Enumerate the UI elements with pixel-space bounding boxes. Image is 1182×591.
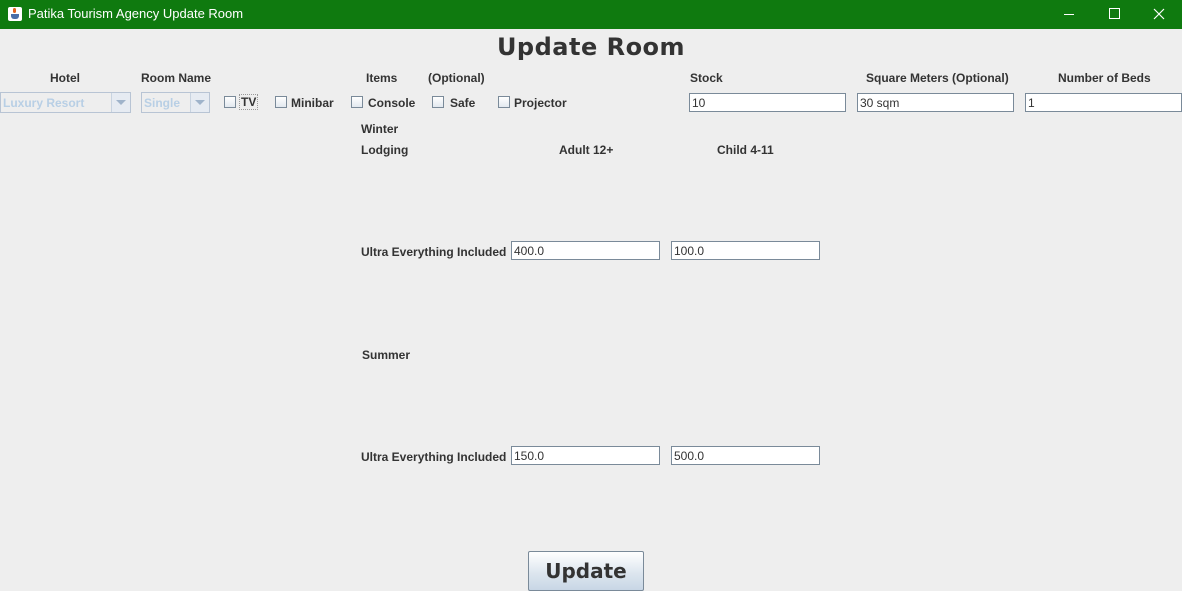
winter-adult-price-field[interactable]: [511, 241, 660, 260]
tv-checkbox-label: TV: [239, 94, 259, 110]
safe-checkbox-label: Safe: [450, 96, 476, 110]
adult-price-header: Adult 12+: [559, 143, 614, 157]
console-checkbox-label: Console: [368, 96, 416, 110]
items-optional-label: (Optional): [428, 71, 485, 85]
stock-label: Stock: [690, 71, 723, 85]
close-icon[interactable]: [1136, 0, 1182, 29]
summer-adult-price-field[interactable]: [511, 446, 660, 465]
items-label: Items: [366, 71, 398, 85]
winter-season-label: Winter: [361, 122, 399, 136]
room-name-select[interactable]: Single: [141, 92, 210, 113]
maximize-icon[interactable]: [1091, 0, 1137, 29]
summer-lodging-label: Ultra Everything Included: [361, 450, 507, 464]
window-title: Patika Tourism Agency Update Room: [28, 6, 244, 21]
child-price-header: Child 4-11: [717, 143, 774, 157]
room-name-select-value: Single: [144, 96, 181, 110]
projector-checkbox[interactable]: [498, 96, 510, 108]
minibar-checkbox[interactable]: [275, 96, 287, 108]
console-checkbox[interactable]: [351, 96, 363, 108]
java-cup-icon: [8, 7, 22, 21]
beds-field[interactable]: [1025, 93, 1182, 112]
hotel-select[interactable]: Luxury Resort: [0, 92, 131, 113]
summer-child-price-field[interactable]: [671, 446, 820, 465]
safe-checkbox[interactable]: [432, 96, 444, 108]
stock-field[interactable]: [689, 93, 846, 112]
window-titlebar: Patika Tourism Agency Update Room: [0, 0, 1182, 29]
tv-checkbox[interactable]: [224, 96, 236, 108]
room-name-label: Room Name: [141, 71, 212, 85]
chevron-down-icon[interactable]: [111, 93, 130, 112]
chevron-down-icon[interactable]: [190, 93, 209, 112]
summer-season-label: Summer: [362, 348, 411, 362]
winter-lodging-label: Ultra Everything Included: [361, 245, 507, 259]
beds-label: Number of Beds: [1058, 71, 1151, 85]
hotel-label: Hotel: [50, 71, 80, 85]
lodging-header: Lodging: [361, 143, 409, 157]
page-title: Update Room: [496, 33, 686, 61]
square-meters-label: Square Meters (Optional): [866, 71, 1009, 85]
hotel-select-value: Luxury Resort: [3, 96, 85, 110]
projector-checkbox-label: Projector: [514, 96, 567, 110]
minimize-icon[interactable]: [1046, 0, 1092, 29]
winter-child-price-field[interactable]: [671, 241, 820, 260]
update-button[interactable]: Update: [528, 551, 644, 591]
minibar-checkbox-label: Minibar: [291, 96, 334, 110]
square-meters-field[interactable]: [857, 93, 1014, 112]
